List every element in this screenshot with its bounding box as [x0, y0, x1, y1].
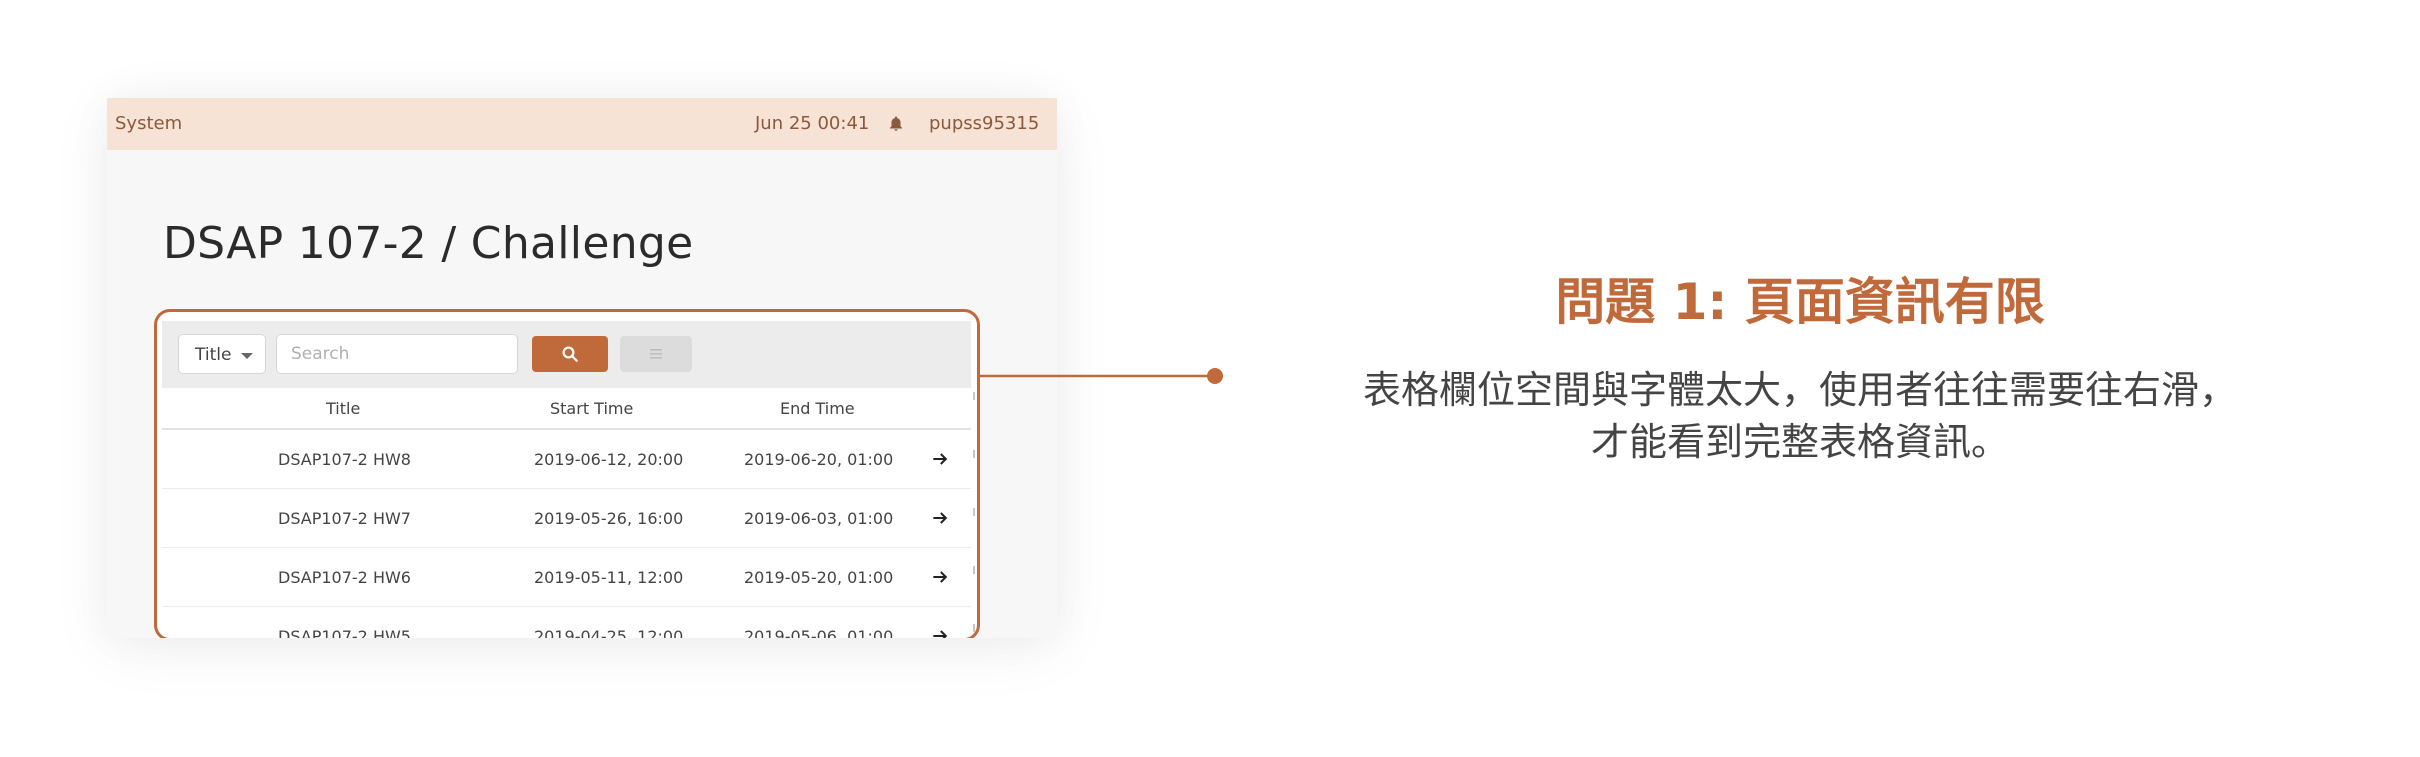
table-row[interactable]: DSAP107-2 HW5 2019-04-25, 12:00 2019-05-…: [162, 607, 971, 638]
row-start-time: 2019-05-26, 16:00: [534, 509, 684, 528]
date-display: Jun 25 00:41: [755, 113, 870, 134]
column-header-start-time[interactable]: Start Time: [550, 399, 633, 418]
table-row[interactable]: DSAP107-2 HW7 2019-05-26, 16:00 2019-06-…: [162, 489, 971, 548]
arrow-right-icon[interactable]: [930, 626, 950, 638]
filter-field-select[interactable]: Title: [178, 334, 266, 374]
page-title: DSAP 107-2 / Challenge: [163, 218, 694, 269]
arrow-right-icon[interactable]: [930, 449, 950, 469]
row-start-time: 2019-04-25, 12:00: [534, 627, 684, 638]
system-menu[interactable]: System: [115, 113, 182, 134]
row-start-time: 2019-05-11, 12:00: [534, 568, 684, 587]
table-toolbar: Title: [162, 321, 971, 388]
table-body: DSAP107-2 HW8 2019-06-12, 20:00 2019-06-…: [162, 430, 971, 638]
column-header-end-time[interactable]: End Time: [780, 399, 855, 418]
search-button[interactable]: [532, 336, 608, 372]
arrow-right-icon[interactable]: [930, 567, 950, 587]
menu-button[interactable]: [620, 336, 692, 372]
row-end-time: 2019-05-20, 01:00: [744, 568, 894, 587]
highlighted-table-region: Title Title Start Time End Ti: [154, 309, 980, 638]
table-row[interactable]: DSAP107-2 HW8 2019-06-12, 20:00 2019-06-…: [162, 430, 971, 489]
row-end-time: 2019-06-03, 01:00: [744, 509, 894, 528]
row-title: DSAP107-2 HW7: [278, 509, 411, 528]
menu-icon: [650, 349, 662, 359]
annotation-body-line-1: 表格欄位空間與字體太大，使用者往往需要往右滑，: [1362, 368, 2237, 412]
arrow-right-icon[interactable]: [930, 508, 950, 528]
top-bar: System Jun 25 00:41 pupss95315: [107, 98, 1057, 150]
bell-icon[interactable]: [887, 115, 905, 133]
annotation-body: 表格欄位空間與字體太大，使用者往往需要往右滑， 才能看到完整表格資訊。: [1290, 364, 2310, 468]
user-name[interactable]: pupss95315: [929, 113, 1039, 134]
table-row[interactable]: DSAP107-2 HW6 2019-05-11, 12:00 2019-05-…: [162, 548, 971, 607]
search-icon: [562, 346, 578, 362]
annotation-body-line-2: 才能看到完整表格資訊。: [1590, 420, 2009, 464]
screenshot-panel: System Jun 25 00:41 pupss95315 DSAP 107-…: [107, 98, 1057, 638]
table-header: Title Start Time End Time: [162, 388, 971, 430]
row-title: DSAP107-2 HW5: [278, 627, 411, 638]
search-input[interactable]: [276, 334, 518, 374]
chevron-down-icon: [241, 353, 253, 359]
annotation-title: 問題 1: 頁面資訊有限: [1555, 273, 2045, 331]
callout-connector: [978, 368, 1223, 384]
row-start-time: 2019-06-12, 20:00: [534, 450, 684, 469]
scrollbar[interactable]: [971, 392, 977, 638]
column-header-title[interactable]: Title: [326, 399, 360, 418]
filter-field-value: Title: [195, 345, 232, 365]
row-end-time: 2019-05-06, 01:00: [744, 627, 894, 638]
row-end-time: 2019-06-20, 01:00: [744, 450, 894, 469]
row-title: DSAP107-2 HW6: [278, 568, 411, 587]
row-title: DSAP107-2 HW8: [278, 450, 411, 469]
